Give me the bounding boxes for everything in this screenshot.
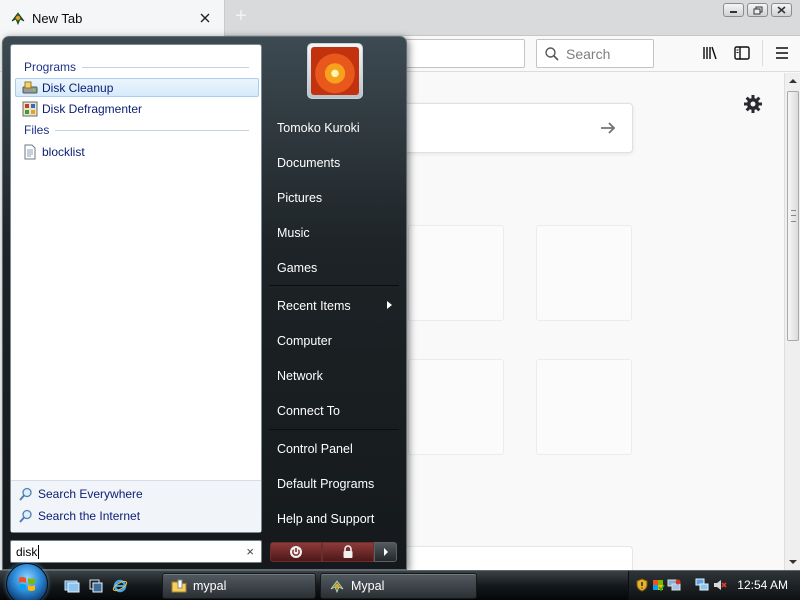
- top-site-tile[interactable]: [408, 359, 504, 455]
- close-window-button[interactable]: [771, 3, 792, 17]
- menu-item-default-programs[interactable]: Default Programs: [277, 474, 374, 494]
- page-search-box[interactable]: [395, 103, 633, 153]
- search-internet-link[interactable]: Search the Internet: [19, 509, 140, 523]
- result-disk-cleanup[interactable]: Disk Cleanup: [15, 78, 259, 97]
- library-icon[interactable]: [701, 44, 719, 62]
- show-desktop-icon[interactable]: [64, 578, 80, 594]
- menu-item-user[interactable]: Tomoko Kuroki: [277, 118, 360, 138]
- menu-separator: [269, 285, 399, 286]
- result-disk-defragmenter[interactable]: Disk Defragmenter: [15, 99, 259, 118]
- search-input-value: disk: [16, 544, 38, 559]
- disk-defragmenter-icon: [22, 101, 38, 116]
- menu-item-network[interactable]: Network: [277, 366, 323, 386]
- network-connection-icon[interactable]: [695, 578, 709, 592]
- disk-cleanup-icon: [22, 81, 38, 93]
- internet-explorer-icon[interactable]: [112, 578, 128, 594]
- url-bar[interactable]: [395, 39, 525, 68]
- search-results-pane: Programs Disk Cleanup Disk Defragmenter …: [10, 44, 262, 533]
- scroll-up-button[interactable]: [785, 73, 800, 89]
- clear-search-icon[interactable]: ×: [246, 544, 254, 559]
- document-icon: [24, 144, 36, 159]
- clock[interactable]: 12:54 AM: [737, 578, 788, 592]
- switch-windows-icon[interactable]: [88, 578, 104, 594]
- user-picture[interactable]: [307, 43, 363, 99]
- menu-item-computer[interactable]: Computer: [277, 331, 332, 351]
- sidebar-icon[interactable]: [733, 44, 751, 62]
- top-site-tile[interactable]: [408, 225, 504, 321]
- result-label: Disk Cleanup: [42, 80, 114, 95]
- menu-separator: [269, 429, 399, 430]
- folder-icon: [171, 579, 187, 593]
- close-tab-icon[interactable]: [196, 9, 214, 27]
- gear-icon[interactable]: [743, 94, 763, 114]
- files-group-header: Files: [24, 123, 249, 137]
- menu-item-connect-to[interactable]: Connect To: [277, 401, 340, 421]
- mypal-icon: [11, 12, 25, 26]
- programs-group-header: Programs: [24, 60, 249, 74]
- network-warning-icon[interactable]: [667, 578, 681, 592]
- window-controls: [723, 3, 792, 17]
- menu-item-pictures[interactable]: Pictures: [277, 188, 322, 208]
- security-shield-icon[interactable]: [635, 578, 649, 592]
- taskbar: mypal Mypal 12:54 AM: [0, 563, 800, 600]
- arrow-right-icon[interactable]: [598, 118, 618, 138]
- text-caret: [38, 544, 40, 559]
- start-button[interactable]: [6, 563, 48, 600]
- submenu-arrow-icon: [387, 301, 392, 309]
- scroll-thumb[interactable]: [787, 91, 799, 341]
- power-icon: [290, 546, 302, 558]
- new-tab-button[interactable]: +: [231, 6, 251, 28]
- search-links-area: Search Everywhere Search the Internet: [11, 480, 261, 532]
- menu-icon[interactable]: [773, 44, 791, 62]
- result-label: blocklist: [42, 144, 85, 159]
- search-icon: [19, 487, 32, 501]
- start-menu: Programs Disk Cleanup Disk Defragmenter …: [2, 36, 407, 570]
- result-blocklist[interactable]: blocklist: [15, 142, 259, 161]
- search-placeholder: Search: [566, 45, 611, 62]
- vertical-scrollbar[interactable]: [784, 73, 800, 570]
- system-tray: 12:54 AM: [628, 571, 800, 600]
- search-icon: [545, 46, 559, 61]
- tab-title: New Tab: [32, 10, 83, 26]
- mypal-browser-icon: [330, 580, 344, 594]
- menu-item-help-and-support[interactable]: Help and Support: [277, 509, 374, 529]
- taskbar-item-mypal-folder[interactable]: mypal: [162, 573, 316, 599]
- search-icon: [19, 509, 32, 523]
- lock-button[interactable]: [322, 542, 374, 562]
- scroll-down-button[interactable]: [785, 554, 800, 570]
- top-site-tile[interactable]: [536, 359, 632, 455]
- tab-strip: New Tab +: [0, 0, 800, 36]
- menu-item-control-panel[interactable]: Control Panel: [277, 439, 353, 459]
- toolbar-separator: [762, 40, 763, 66]
- result-label: Disk Defragmenter: [42, 101, 143, 116]
- windows-logo-icon: [19, 577, 35, 591]
- shutdown-options-button[interactable]: [374, 542, 397, 562]
- power-button[interactable]: [270, 542, 322, 562]
- windows-update-icon[interactable]: [651, 578, 665, 592]
- menu-item-documents[interactable]: Documents: [277, 153, 340, 173]
- taskbar-item-mypal-browser[interactable]: Mypal: [320, 573, 477, 599]
- minimize-button[interactable]: [723, 3, 744, 17]
- start-search-input[interactable]: disk ×: [10, 540, 262, 563]
- menu-item-music[interactable]: Music: [277, 223, 310, 243]
- chevron-right-icon: [383, 548, 388, 556]
- volume-muted-icon[interactable]: [713, 578, 727, 592]
- search-everywhere-link[interactable]: Search Everywhere: [19, 487, 143, 501]
- menu-item-recent-items[interactable]: Recent Items: [277, 296, 351, 316]
- tab-new-tab[interactable]: New Tab: [0, 0, 225, 36]
- menu-item-games[interactable]: Games: [277, 258, 317, 278]
- lock-icon: [343, 545, 353, 558]
- search-bar[interactable]: Search: [536, 39, 654, 68]
- restore-button[interactable]: [747, 3, 768, 17]
- top-site-tile[interactable]: [536, 225, 632, 321]
